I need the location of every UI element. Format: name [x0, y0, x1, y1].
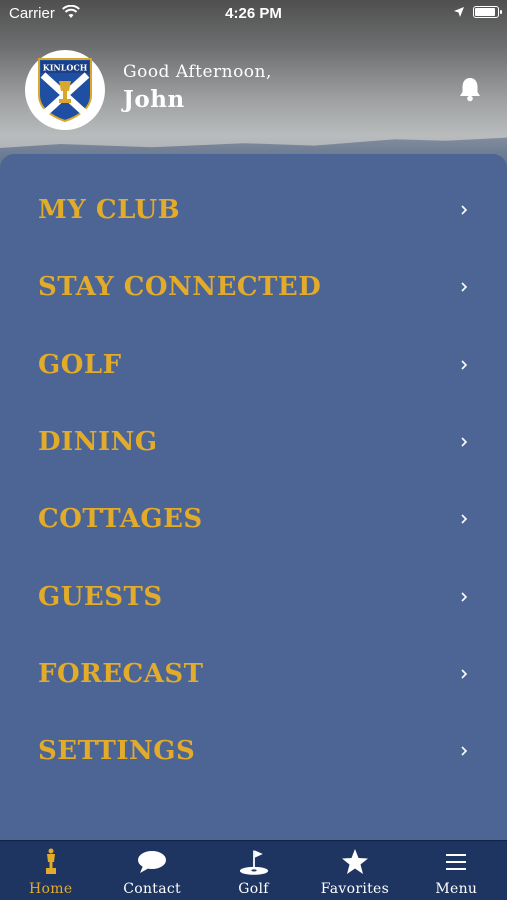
chevron-right-icon	[461, 669, 468, 679]
tab-favorites[interactable]: Favorites	[304, 841, 405, 900]
menu-item-label: DINING	[38, 427, 158, 457]
chevron-right-icon	[461, 437, 468, 447]
battery-icon	[473, 6, 502, 18]
menu-item-label: GUESTS	[38, 582, 163, 612]
tab-label: Menu	[435, 881, 478, 897]
menu-item-settings[interactable]: SETTINGS	[0, 721, 507, 781]
chat-bubble-icon	[138, 851, 167, 873]
menu-item-cottages[interactable]: COTTAGES	[0, 489, 507, 549]
tab-label: Favorites	[320, 881, 390, 897]
menu-item-golf[interactable]: GOLF	[0, 335, 507, 395]
chevron-right-icon	[461, 360, 468, 370]
menu-item-label: SETTINGS	[38, 736, 196, 766]
location-arrow-icon	[454, 7, 464, 17]
menu-item-label: MY CLUB	[38, 195, 181, 225]
username-text: John	[123, 86, 185, 113]
chevron-right-icon	[461, 205, 468, 215]
star-icon	[341, 849, 368, 874]
menu-item-stay-connected[interactable]: STAY CONNECTED	[0, 257, 507, 317]
menu-item-forecast[interactable]: FORECAST	[0, 644, 507, 704]
menu-item-label: FORECAST	[38, 659, 204, 689]
hamburger-icon	[446, 854, 467, 870]
menu-item-label: COTTAGES	[38, 504, 203, 534]
menu-item-dining[interactable]: DINING	[0, 412, 507, 472]
chevron-right-icon	[461, 592, 468, 602]
tab-home[interactable]: Home	[0, 841, 101, 900]
clock: 4:26 PM	[225, 5, 282, 22]
menu-item-guests[interactable]: GUESTS	[0, 567, 507, 627]
bottom-tab-bar: Home Contact Golf Favorites Menu	[0, 840, 507, 900]
bell-icon[interactable]	[458, 76, 482, 102]
status-bar: Carrier 4:26 PM	[0, 0, 507, 28]
menu-item-my-club[interactable]: MY CLUB	[0, 180, 507, 240]
tab-label: Home	[29, 881, 73, 897]
chevron-right-icon	[461, 514, 468, 524]
menu-item-label: STAY CONNECTED	[38, 272, 322, 302]
golf-flag-icon	[239, 850, 268, 875]
club-logo: KINLOCH	[25, 50, 105, 130]
chevron-right-icon	[461, 282, 468, 292]
menu-item-label: GOLF	[38, 350, 122, 380]
tab-contact[interactable]: Contact	[101, 841, 202, 900]
trophy-icon	[45, 848, 56, 874]
tab-golf[interactable]: Golf	[203, 841, 304, 900]
tab-label: Golf	[238, 881, 269, 897]
kinloch-crest-icon: KINLOCH	[38, 58, 92, 123]
tab-menu[interactable]: Menu	[406, 841, 507, 900]
tab-label: Contact	[123, 881, 181, 897]
greeting-text: Good Afternoon,	[123, 62, 272, 82]
chevron-right-icon	[461, 746, 468, 756]
logo-text: KINLOCH	[43, 63, 88, 73]
